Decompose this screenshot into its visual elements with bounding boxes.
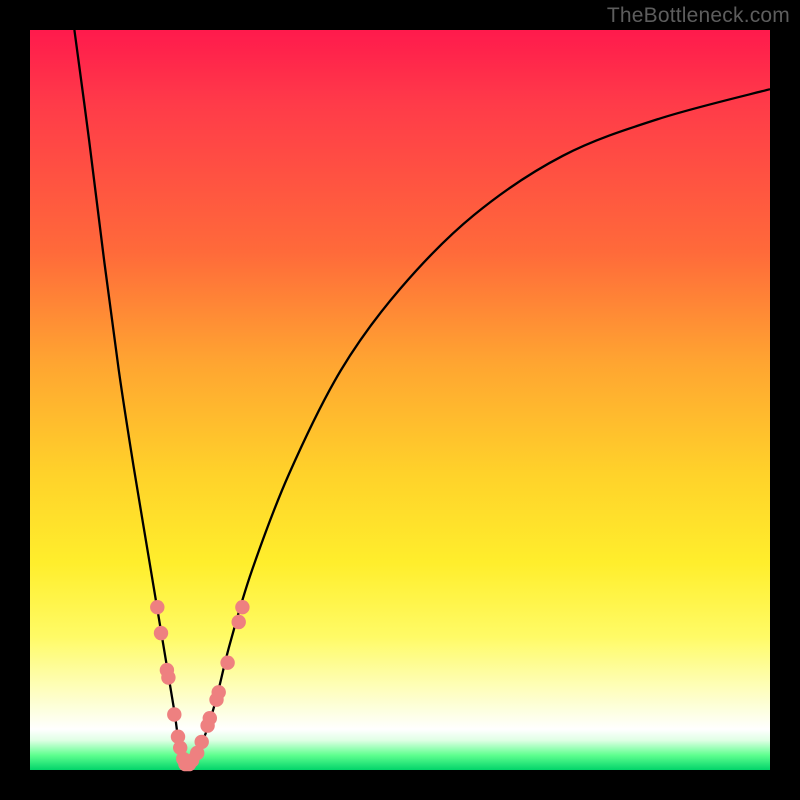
data-point-layer: [150, 600, 249, 771]
bottleneck-curve: [74, 30, 770, 769]
data-point: [203, 711, 217, 725]
data-point: [220, 656, 234, 670]
curve-layer: [74, 30, 770, 769]
data-point: [195, 735, 209, 749]
data-point: [232, 615, 246, 629]
data-point: [235, 600, 249, 614]
data-point: [161, 670, 175, 684]
data-point: [167, 707, 181, 721]
chart-svg: [0, 0, 800, 800]
data-point: [154, 626, 168, 640]
chart-frame: TheBottleneck.com: [0, 0, 800, 800]
data-point: [212, 685, 226, 699]
data-point: [150, 600, 164, 614]
